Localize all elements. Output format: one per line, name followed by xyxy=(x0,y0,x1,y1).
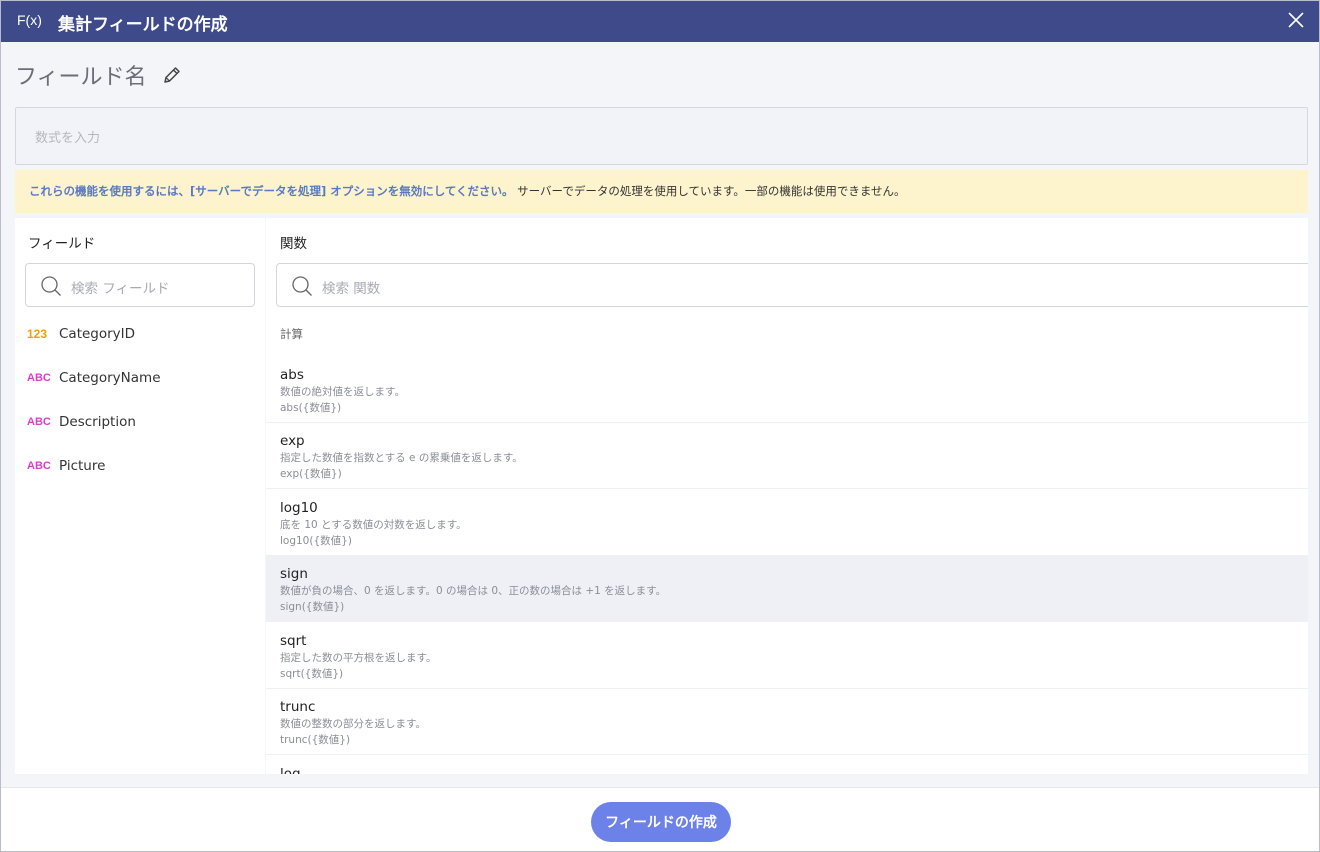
function-item-log[interactable]: log xyxy=(266,756,1308,774)
create-field-button[interactable]: フィールドの作成 xyxy=(591,802,731,842)
function-category-label: 計算 xyxy=(280,327,303,341)
function-description: 指定した数値を指数とする e の累乗値を返します。 xyxy=(280,452,523,464)
function-item-sqrt[interactable]: sqrt 指定した数の平方根を返します。 sqrt({数値}) xyxy=(266,623,1308,689)
function-description: 底を 10 とする数値の対数を返します。 xyxy=(280,519,467,531)
create-calculated-field-dialog: F(x) 集計フィールドの作成 フィールド名 数式を入力 これらの機能を使用する… xyxy=(0,0,1320,852)
warning-plain-text: サーバーでデータの処理を使用しています。一部の機能は使用できません。 xyxy=(517,184,906,198)
warning-strong-text: これらの機能を使用するには、[サーバーでデータを処理] オプションを無効にしてく… xyxy=(29,184,514,198)
function-signature: log10({数値}) xyxy=(280,535,352,547)
text-type-icon: ABC xyxy=(27,372,51,384)
field-item-label: CategoryName xyxy=(59,370,161,386)
fx-icon: F(x) xyxy=(17,12,42,28)
function-signature: sign({数値}) xyxy=(280,601,345,613)
function-name: trunc xyxy=(280,699,316,715)
text-type-icon: ABC xyxy=(27,460,51,472)
pencil-icon[interactable] xyxy=(161,64,183,86)
dialog-title: 集計フィールドの作成 xyxy=(58,15,228,35)
search-icon xyxy=(292,276,312,296)
formula-input[interactable]: 数式を入力 xyxy=(15,107,1308,165)
function-item-abs[interactable]: abs 数値の絶対値を返します。 abs({数値}) xyxy=(266,357,1308,423)
function-name: log10 xyxy=(280,500,318,516)
field-item-description[interactable]: ABC Description xyxy=(27,412,136,432)
field-search-input[interactable]: 検索 フィールド xyxy=(25,263,255,307)
field-item-label: Description xyxy=(59,414,136,430)
function-name: log xyxy=(280,766,301,774)
function-signature: trunc({数値}) xyxy=(280,734,351,746)
functions-panel-title: 関数 xyxy=(280,236,307,252)
function-description: 指定した数の平方根を返します。 xyxy=(280,652,437,664)
field-name-label[interactable]: フィールド名 xyxy=(15,59,147,91)
fields-panel: フィールド 検索 フィールド 123 CategoryID ABC Catego… xyxy=(15,218,265,774)
function-signature: sqrt({数値}) xyxy=(280,668,344,680)
function-item-exp[interactable]: exp 指定した数値を指数とする e の累乗値を返します。 exp({数値}) xyxy=(266,423,1308,489)
function-item-sign[interactable]: sign 数値が負の場合、0 を返します。0 の場合は 0、正の数の場合は +1… xyxy=(266,556,1308,622)
functions-panel: 関数 検索 関数 計算 abs 数値の絶対値を返します。 abs({数値}) e… xyxy=(266,218,1308,774)
formula-placeholder: 数式を入力 xyxy=(35,131,101,146)
field-name-row: フィールド名 xyxy=(15,60,183,90)
search-icon xyxy=(41,276,61,296)
field-search-placeholder: 検索 フィールド xyxy=(71,281,170,297)
dialog-footer: フィールドの作成 xyxy=(1,787,1319,851)
text-type-icon: ABC xyxy=(27,416,51,428)
function-description: 数値の整数の部分を返します。 xyxy=(280,718,426,730)
function-description: 数値の絶対値を返します。 xyxy=(280,386,405,398)
title-bar: F(x) 集計フィールドの作成 xyxy=(1,1,1319,42)
function-signature: exp({数値}) xyxy=(280,468,342,480)
function-item-log10[interactable]: log10 底を 10 とする数値の対数を返します。 log10({数値}) xyxy=(266,490,1308,556)
function-description: 数値が負の場合、0 を返します。0 の場合は 0、正の数の場合は +1 を返しま… xyxy=(280,585,667,597)
function-search-input[interactable]: 検索 関数 xyxy=(276,263,1308,307)
number-type-icon: 123 xyxy=(27,327,48,341)
function-name: abs xyxy=(280,367,304,383)
function-name: sqrt xyxy=(280,633,307,649)
server-processing-warning: これらの機能を使用するには、[サーバーでデータを処理] オプションを無効にしてく… xyxy=(15,170,1308,213)
close-icon[interactable] xyxy=(1287,11,1305,29)
function-item-trunc[interactable]: trunc 数値の整数の部分を返します。 trunc({数値}) xyxy=(266,689,1308,755)
field-item-categoryid[interactable]: 123 CategoryID xyxy=(27,324,135,344)
function-name: exp xyxy=(280,433,305,449)
field-item-label: Picture xyxy=(59,458,106,474)
field-item-categoryname[interactable]: ABC CategoryName xyxy=(27,368,161,388)
function-signature: abs({数値}) xyxy=(280,402,342,414)
function-name: sign xyxy=(280,566,308,582)
fields-panel-title: フィールド xyxy=(28,236,96,252)
field-item-picture[interactable]: ABC Picture xyxy=(27,456,105,476)
field-item-label: CategoryID xyxy=(59,326,136,342)
function-search-placeholder: 検索 関数 xyxy=(322,281,381,297)
